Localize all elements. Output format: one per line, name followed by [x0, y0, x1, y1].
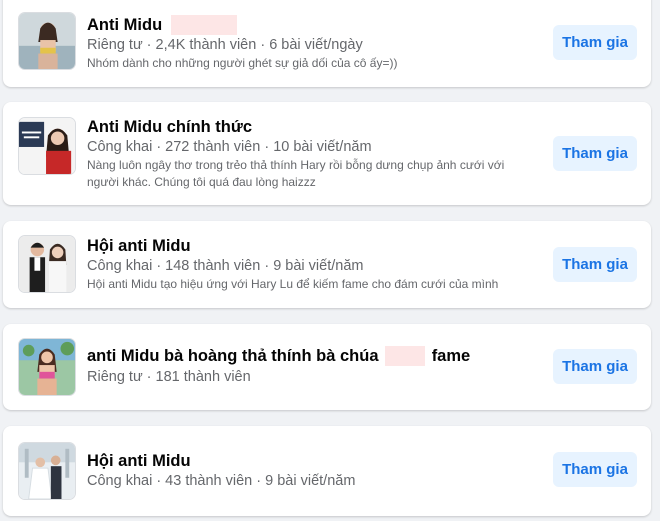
group-name[interactable]: anti Midu bà hoàng thả thính bà chúa fam…: [87, 346, 470, 366]
group-avatar[interactable]: [18, 442, 76, 500]
group-avatar-photo: [19, 13, 75, 69]
group-name-text[interactable]: fame: [432, 347, 471, 365]
group-meta: Riêng tư · 181 thành viên: [87, 369, 251, 385]
group-avatar-photo: [19, 118, 75, 174]
group-card[interactable]: Anti Midu Riêng tư · 2,4K thành viên · 6…: [3, 0, 651, 87]
group-card[interactable]: Hội anti Midu Công khai · 43 thành viên …: [3, 426, 651, 516]
group-name-text[interactable]: Anti Midu: [87, 16, 162, 34]
group-avatar-photo: [19, 443, 75, 499]
group-avatar[interactable]: [18, 235, 76, 293]
group-card[interactable]: Anti Midu chính thức Công khai · 272 thà…: [3, 102, 651, 205]
join-group-button[interactable]: Tham gia: [553, 25, 637, 60]
group-avatar[interactable]: [18, 117, 76, 175]
join-group-button[interactable]: Tham gia: [553, 247, 637, 282]
group-avatar-photo: [19, 339, 75, 395]
group-meta: Công khai · 43 thành viên · 9 bài viết/n…: [87, 473, 356, 489]
group-card[interactable]: anti Midu bà hoàng thả thính bà chúa fam…: [3, 324, 651, 410]
join-group-button[interactable]: Tham gia: [553, 136, 637, 171]
group-description: Hội anti Midu tạo hiệu ứng với Hary Lu đ…: [87, 277, 499, 291]
group-avatar[interactable]: [18, 338, 76, 396]
redacted-text: [170, 15, 237, 35]
group-name[interactable]: Anti Midu: [87, 15, 237, 35]
join-group-button[interactable]: Tham gia: [553, 452, 637, 487]
group-avatar[interactable]: [18, 12, 76, 70]
group-avatar-photo: [19, 236, 75, 292]
join-group-button[interactable]: Tham gia: [553, 349, 637, 384]
group-name[interactable]: Anti Midu chính thức: [87, 117, 252, 137]
group-description: Nhóm dành cho những người ghét sự giả dố…: [87, 56, 398, 70]
group-name-text[interactable]: anti Midu bà hoàng thả thính bà chúa: [87, 347, 379, 365]
group-name[interactable]: Hội anti Midu: [87, 451, 191, 471]
group-description: Nàng luôn ngây thơ trong trẻo thả thính …: [87, 158, 505, 189]
group-meta: Công khai · 272 thành viên · 10 bài viết…: [87, 139, 372, 155]
group-card[interactable]: Hội anti Midu Công khai · 148 thành viên…: [3, 221, 651, 308]
group-meta: Riêng tư · 2,4K thành viên · 6 bài viết/…: [87, 37, 363, 53]
redacted-text: [385, 346, 426, 366]
group-name[interactable]: Hội anti Midu: [87, 236, 191, 256]
group-meta: Công khai · 148 thành viên · 9 bài viết/…: [87, 258, 364, 274]
